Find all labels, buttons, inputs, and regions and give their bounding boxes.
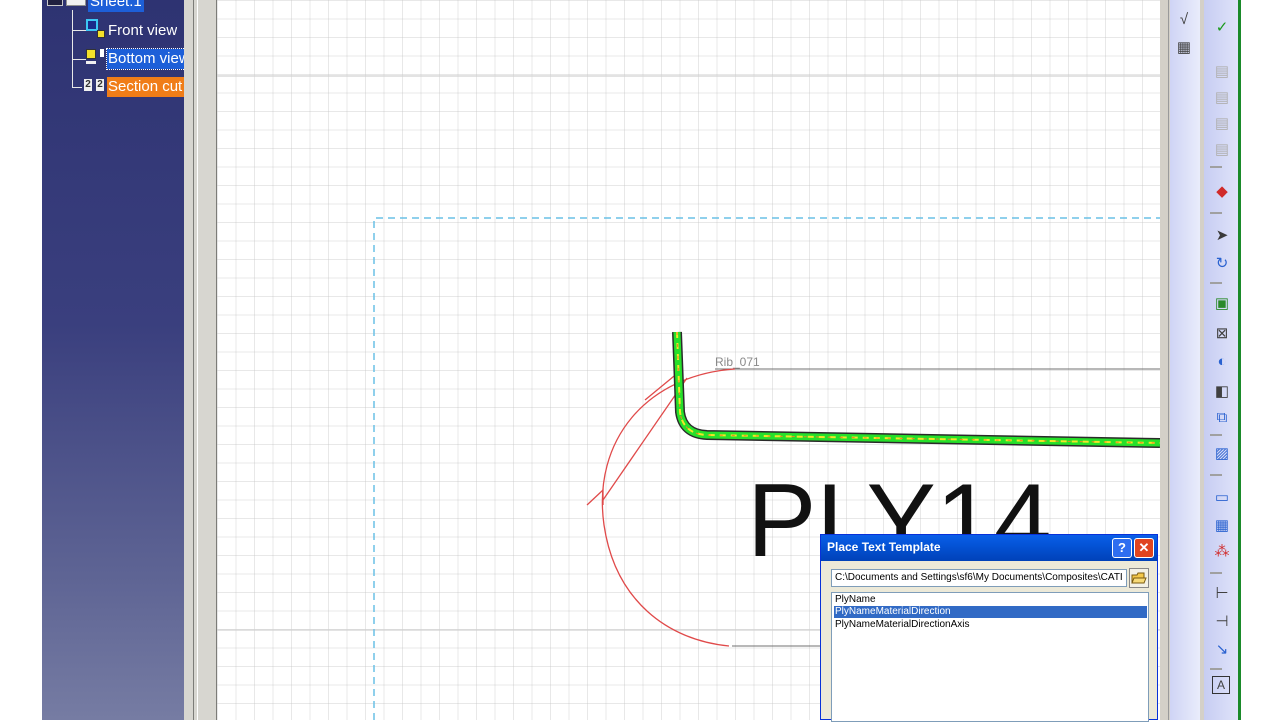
nodes-icon[interactable]: ⁂ <box>1212 542 1232 562</box>
right-green-strip <box>1238 0 1241 720</box>
dimension-icon[interactable]: √ <box>1174 10 1194 30</box>
tree-connector <box>72 30 86 31</box>
tree-node-section-cut[interactable]: Section cut <box>107 77 184 97</box>
frame-icon[interactable]: ⧉ <box>1212 408 1232 428</box>
dimension-v-icon[interactable]: ⊣ <box>1212 612 1232 632</box>
tree-connector <box>72 59 86 60</box>
template-list[interactable]: PlyName PlyNameMaterialDirection PlyName… <box>831 592 1149 722</box>
section-arc <box>601 368 736 647</box>
ply-profile-outline <box>672 331 1160 448</box>
list-item-selected[interactable]: PlyNameMaterialDirection <box>834 606 1147 618</box>
select-pointer-icon[interactable]: ➤ <box>1212 226 1232 246</box>
right-toolbar: √ ✓ ▦ ▤ ▤ ▤ ▤ ◆ ➤ ↻ ▣ ⊠ ◐ ◧ ⧉ ▨ ▭ ▦ ⁂ ⊢ … <box>1160 0 1238 720</box>
open-folder-icon <box>1131 572 1147 584</box>
toolbar-edge <box>1168 0 1169 720</box>
3d-view-icon[interactable]: ◆ <box>1212 182 1232 202</box>
view-align-icon[interactable]: ▣ <box>1212 294 1232 314</box>
view-props-icon[interactable]: ⊠ <box>1212 324 1232 344</box>
dialog-title: Place Text Template <box>827 540 941 554</box>
rotate-icon[interactable]: ↻ <box>1212 254 1232 274</box>
paint-icon[interactable]: ◐ <box>1212 352 1232 372</box>
color-icon[interactable]: ▦ <box>1212 516 1232 536</box>
section-icon: 2 <box>96 79 104 91</box>
canvas-frame <box>184 0 217 720</box>
ply-profile-green <box>673 331 1160 447</box>
toolbar-separator <box>1210 474 1222 476</box>
tree-node-sheet[interactable]: Sheet.1 <box>88 0 144 12</box>
right-window-edge <box>1238 0 1280 720</box>
disabled-icon-1: ▤ <box>1214 63 1230 80</box>
tree-connector-vertical <box>72 10 73 88</box>
ply-profile-yellow <box>676 331 1160 444</box>
curve-icon[interactable]: ✓ <box>1212 18 1232 38</box>
specification-tree: Sheet.1 Front view Bottom view 2 2 Secti… <box>42 0 184 720</box>
toolbar-separator <box>1210 572 1222 574</box>
active-marker-icon <box>97 30 105 38</box>
template-path-field[interactable]: C:\Documents and Settings\sf6\My Documen… <box>831 569 1127 587</box>
left-window-edge <box>0 0 40 720</box>
position-icon[interactable]: ◧ <box>1212 382 1232 402</box>
sheet-icon <box>66 0 86 6</box>
frame-rect-icon[interactable]: ▭ <box>1212 488 1232 508</box>
arc-leader <box>602 377 688 501</box>
list-item[interactable]: PlyName <box>834 594 1147 606</box>
ply-profile-orange <box>676 331 1160 444</box>
help-button[interactable]: ? <box>1112 538 1132 558</box>
disabled-icon-3: ▤ <box>1214 115 1230 132</box>
collapse-icon[interactable] <box>47 0 63 6</box>
tree-connector <box>72 87 82 88</box>
view-icon <box>86 49 96 59</box>
close-button[interactable]: ✕ <box>1134 538 1154 558</box>
toolbar-separator <box>1210 434 1222 436</box>
section-icon: 2 <box>84 79 92 91</box>
disabled-icon-2: ▤ <box>1214 89 1230 106</box>
line-icon[interactable]: ↘ <box>1212 640 1232 660</box>
list-item[interactable]: PlyNameMaterialDirectionAxis <box>834 619 1147 631</box>
toolbar-separator <box>1210 166 1222 168</box>
toolbar-column-left <box>1170 0 1200 720</box>
toolbar-separator <box>1210 282 1222 284</box>
view-marker-icon <box>100 49 104 57</box>
disabled-icon-4: ▤ <box>1214 141 1230 158</box>
rib-label[interactable]: Rib_071 <box>715 355 760 369</box>
dialog-titlebar[interactable]: Place Text Template ? ✕ <box>821 535 1157 561</box>
tree-node-front-view[interactable]: Front view <box>108 21 177 41</box>
text-icon[interactable]: A <box>1212 676 1230 694</box>
toolbar-separator <box>1210 212 1222 214</box>
image-icon[interactable]: ▨ <box>1212 444 1232 464</box>
place-text-template-dialog: Place Text Template ? ✕ C:\Documents and… <box>820 534 1158 722</box>
browse-folder-button[interactable] <box>1129 568 1149 588</box>
arc-arrowhead <box>586 488 604 506</box>
view-underline-icon <box>86 61 96 64</box>
grid-icon[interactable]: ▦ <box>1174 38 1194 58</box>
tree-node-bottom-view[interactable]: Bottom view <box>106 48 184 70</box>
toolbar-separator <box>1210 668 1222 670</box>
dimension-h-icon[interactable]: ⊢ <box>1212 584 1232 604</box>
